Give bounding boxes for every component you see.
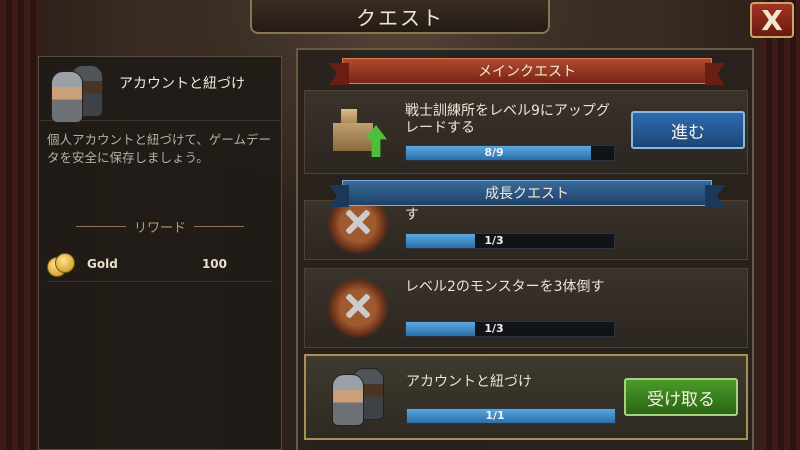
detail-description: 個人アカウントと紐づけて、ゲームデータを安全に保存しましょう。 bbox=[47, 132, 272, 165]
detail-title: アカウントと紐づけ bbox=[119, 76, 245, 92]
reward-row: Gold 100 bbox=[47, 246, 273, 282]
knights-avatar-icon bbox=[47, 63, 109, 125]
link-account-progress-bar: 1/1 bbox=[406, 408, 616, 424]
growth-quest-progress-label: 1/3 bbox=[484, 322, 504, 335]
main-quest-ribbon: メインクエスト bbox=[342, 58, 712, 84]
gold-coin-icon bbox=[47, 252, 75, 277]
curtain-left bbox=[0, 0, 40, 450]
growth-quest-item[interactable]: す 1/3 bbox=[304, 193, 748, 260]
main-quest-progress-bar: 8/9 bbox=[405, 145, 615, 161]
link-account-quest-text: アカウントと紐づけ bbox=[406, 374, 532, 390]
link-account-progress-label: 1/1 bbox=[485, 409, 505, 422]
reward-amount: 100 bbox=[201, 256, 227, 271]
monster-battle-icon bbox=[327, 277, 389, 339]
detail-header: アカウントと紐づけ bbox=[39, 57, 281, 123]
reward-name: Gold bbox=[87, 256, 118, 271]
claim-button[interactable]: 受け取る bbox=[624, 378, 738, 416]
curtain-right bbox=[760, 0, 800, 450]
quest-list-panel[interactable]: メインクエスト 戦士訓練所をレベル9にアップグレードする 8/9 進む 成長クエ… bbox=[296, 48, 754, 450]
quest-detail-panel: アカウントと紐づけ 個人アカウントと紐づけて、ゲームデータを安全に保存しましょう… bbox=[38, 56, 282, 450]
growth-quest-progress-label: 1/3 bbox=[484, 234, 504, 247]
knights-avatar-icon bbox=[328, 366, 390, 428]
growth-quest-ribbon: 成長クエスト bbox=[342, 180, 712, 206]
close-icon: X bbox=[761, 3, 783, 37]
upgrade-arrow-icon bbox=[365, 125, 387, 157]
link-account-quest-item[interactable]: アカウントと紐づけ 1/1 受け取る bbox=[304, 354, 748, 440]
main-quest-text: 戦士訓練所をレベル9にアップグレードする bbox=[405, 103, 610, 136]
growth-quest-text: す bbox=[405, 207, 419, 223]
reward-heading-label: リワード bbox=[133, 221, 186, 236]
page-title: クエスト bbox=[356, 5, 444, 30]
barracks-upgrade-icon bbox=[327, 103, 389, 165]
growth-quest-item[interactable]: レベル2のモンスターを3体倒す 1/3 bbox=[304, 268, 748, 348]
growth-quest-heading: 成長クエスト bbox=[485, 186, 569, 202]
growth-quest-progress-bar: 1/3 bbox=[405, 233, 615, 249]
main-quest-item[interactable]: 戦士訓練所をレベル9にアップグレードする 8/9 進む bbox=[304, 90, 748, 174]
growth-quest-progress-bar: 1/3 bbox=[405, 321, 615, 337]
title-bar: クエスト bbox=[250, 0, 550, 34]
growth-quest-text: レベル2のモンスターを3体倒す bbox=[405, 279, 605, 295]
go-button[interactable]: 進む bbox=[631, 111, 745, 149]
main-quest-heading: メインクエスト bbox=[478, 64, 576, 80]
close-button[interactable]: X bbox=[750, 2, 794, 38]
main-quest-progress-label: 8/9 bbox=[484, 146, 504, 159]
reward-heading: リワード bbox=[39, 217, 281, 236]
